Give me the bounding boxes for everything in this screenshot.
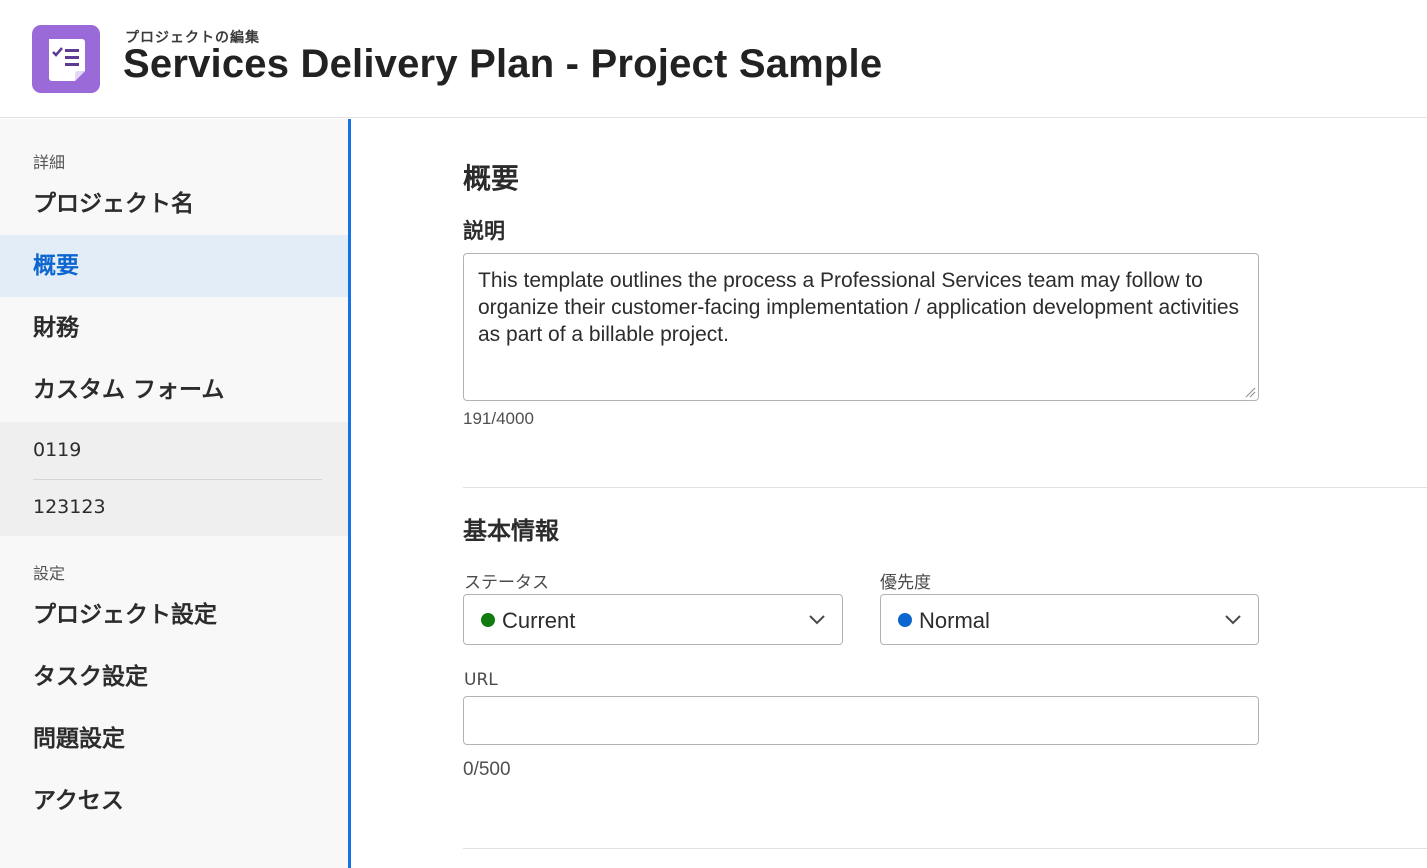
section-divider — [463, 848, 1427, 849]
description-label: 説明 — [463, 219, 505, 243]
sidebar-item-custom-forms[interactable]: カスタム フォーム — [0, 359, 348, 421]
main-content: 概要 説明 This template outlines the process… — [351, 119, 1427, 868]
resize-handle-icon[interactable] — [1245, 387, 1256, 398]
description-textarea[interactable]: This template outlines the process a Pro… — [463, 253, 1259, 401]
sidebar-item-task-settings[interactable]: タスク設定 — [0, 646, 348, 708]
basic-info-heading: 基本情報 — [463, 517, 559, 545]
page-header: プロジェクトの編集 Services Delivery Plan - Proje… — [0, 0, 1427, 118]
priority-value: Normal — [919, 608, 990, 633]
sidebar-item-project-settings[interactable]: プロジェクト設定 — [0, 584, 348, 646]
priority-label: 優先度 — [880, 573, 931, 593]
sidebar-section-settings: 設定 — [33, 564, 66, 583]
url-char-counter: 0/500 — [463, 759, 511, 780]
chevron-down-icon — [809, 615, 825, 625]
sidebar-item-finance[interactable]: 財務 — [0, 297, 348, 359]
custom-form-item-123123[interactable]: 123123 — [0, 479, 348, 536]
priority-select[interactable]: Normal — [880, 594, 1259, 645]
custom-forms-list: 0119 123123 — [0, 422, 348, 536]
sidebar-item-issue-settings[interactable]: 問題設定 — [0, 708, 348, 770]
url-input[interactable] — [463, 696, 1259, 745]
chevron-down-icon — [1225, 615, 1241, 625]
status-dot-icon — [481, 613, 495, 627]
status-label: ステータス — [464, 573, 549, 593]
project-checklist-icon — [32, 25, 100, 93]
priority-dot-icon — [898, 613, 912, 627]
status-value: Current — [502, 608, 576, 633]
url-label: URL — [464, 670, 498, 690]
section-divider — [463, 487, 1427, 488]
sidebar-item-project-name[interactable]: プロジェクト名 — [0, 173, 348, 235]
status-select[interactable]: Current — [463, 594, 843, 645]
overview-heading: 概要 — [463, 162, 520, 195]
description-char-counter: 191/4000 — [463, 409, 534, 428]
custom-form-item-0119[interactable]: 0119 — [0, 422, 348, 479]
sidebar: 詳細 プロジェクト名 概要 財務 カスタム フォーム 0119 123123 設… — [0, 119, 348, 868]
page-title: Services Delivery Plan - Project Sample — [123, 42, 883, 86]
sidebar-item-access[interactable]: アクセス — [0, 770, 348, 832]
sidebar-section-details: 詳細 — [33, 153, 66, 172]
sidebar-item-overview[interactable]: 概要 — [0, 235, 348, 297]
